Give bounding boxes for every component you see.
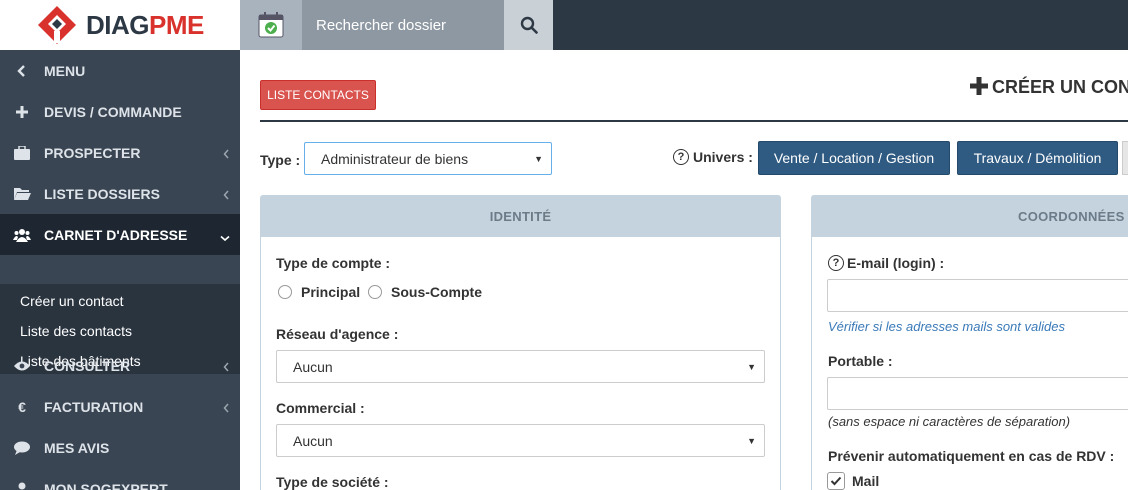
- verify-emails-link[interactable]: Vérifier si les adresses mails sont vali…: [828, 319, 1065, 334]
- reseau-select[interactable]: Aucun ▼: [276, 350, 765, 383]
- chevron-left-icon: [223, 190, 229, 200]
- commercial-label: Commercial :: [276, 400, 365, 416]
- mail-checkbox-label[interactable]: Mail: [852, 473, 879, 489]
- portable-help: (sans espace ni caractères de séparation…: [828, 414, 1071, 429]
- identite-panel: IDENTITÉ Type de compte : Principal Sous…: [260, 195, 781, 490]
- chevron-left-icon: [223, 149, 229, 159]
- chevron-left-icon: [17, 64, 25, 77]
- calendar-button[interactable]: [240, 0, 302, 50]
- identite-header: IDENTITÉ: [261, 196, 780, 237]
- search-input[interactable]: Rechercher dossier: [302, 0, 504, 50]
- liste-contacts-button[interactable]: LISTE CONTACTS: [260, 80, 376, 110]
- sidebar-item-mon-sogexpert[interactable]: MON SOGEXPERT: [0, 468, 240, 490]
- caret-down-icon: ▼: [747, 436, 756, 446]
- submenu-creer-contact[interactable]: Créer un contact: [20, 293, 124, 309]
- chevron-left-icon: [223, 362, 229, 372]
- sidebar-item-prospecter[interactable]: PROSPECTER: [0, 132, 240, 173]
- title-divider: [260, 120, 1128, 122]
- chevron-left-icon: [223, 403, 229, 413]
- sidebar-item-label: MON SOGEXPERT: [44, 480, 168, 490]
- sidebar-item-menu[interactable]: MENU: [0, 50, 240, 91]
- calendar-check-icon: [258, 12, 284, 38]
- search-button[interactable]: [504, 0, 553, 50]
- page-title: CRÉER UN CON: [970, 77, 1128, 98]
- commercial-select[interactable]: Aucun ▼: [276, 424, 765, 457]
- logo-mark-icon: [38, 6, 76, 44]
- logo[interactable]: DIAGPME: [0, 0, 240, 50]
- plus-icon: [16, 105, 28, 118]
- univers-travaux-button[interactable]: Travaux / Démolition: [957, 141, 1118, 175]
- portable-input[interactable]: [827, 377, 1128, 410]
- prevenir-label: Prévenir automatiquement en cas de RDV :: [828, 448, 1115, 464]
- radio-sous-compte[interactable]: [368, 285, 382, 299]
- reseau-label: Réseau d'agence :: [276, 326, 399, 342]
- check-icon: [830, 476, 842, 486]
- question-circle-icon[interactable]: ?: [828, 255, 844, 271]
- briefcase-icon: [14, 145, 30, 160]
- top-bar: DIAGPME Rechercher dossier: [0, 0, 1128, 50]
- sidebar-item-label: MENU: [44, 62, 86, 79]
- users-icon: [13, 228, 31, 242]
- folder-open-icon: [13, 188, 31, 200]
- chevron-down-icon: [220, 235, 230, 242]
- question-circle-icon[interactable]: ?: [673, 149, 689, 165]
- coordonnees-panel: COORDONNÉES ? E-mail (login) : Vérifier …: [811, 195, 1128, 490]
- type-compte-label: Type de compte :: [276, 255, 391, 271]
- submenu-liste-contacts[interactable]: Liste des contacts: [20, 323, 132, 339]
- sidebar-item-mes-avis[interactable]: MES AVIS: [0, 427, 240, 468]
- radio-principal-label[interactable]: Principal: [301, 284, 360, 300]
- main-content: LISTE CONTACTS CRÉER UN CON Type : Admin…: [240, 50, 1128, 490]
- type-label: Type :: [260, 152, 301, 168]
- sidebar: MENU DEVIS / COMMANDE PROSPECTER LISTE D…: [0, 50, 240, 490]
- euro-icon: €: [18, 398, 26, 415]
- email-label: ? E-mail (login) :: [828, 255, 944, 271]
- caret-down-icon: ▼: [747, 362, 756, 372]
- univers-more-button[interactable]: [1122, 141, 1128, 175]
- univers-label: ? Univers :: [673, 149, 753, 165]
- sidebar-item-carnet-adresse[interactable]: CARNET D'ADRESSE: [0, 214, 240, 255]
- sidebar-item-label: CONSULTER: [44, 357, 131, 374]
- logo-text: DIAGPME: [86, 10, 204, 40]
- coordonnees-header: COORDONNÉES: [812, 196, 1128, 237]
- sidebar-item-liste-dossiers[interactable]: LISTE DOSSIERS: [0, 173, 240, 214]
- sidebar-item-facturation[interactable]: € FACTURATION: [0, 386, 240, 427]
- comments-icon: [14, 441, 30, 455]
- email-input[interactable]: [827, 279, 1128, 312]
- mail-checkbox[interactable]: [827, 472, 845, 490]
- sidebar-item-label: CARNET D'ADRESSE: [44, 226, 188, 243]
- sidebar-item-label: FACTURATION: [44, 398, 144, 415]
- portable-label: Portable :: [828, 353, 893, 369]
- caret-down-icon: ▼: [534, 154, 543, 164]
- sidebar-item-consulter[interactable]: CONSULTER: [0, 345, 240, 386]
- sidebar-item-label: PROSPECTER: [44, 144, 141, 161]
- search-icon: [520, 16, 538, 34]
- radio-principal[interactable]: [278, 285, 292, 299]
- eye-icon: [14, 361, 30, 370]
- radio-sous-compte-label[interactable]: Sous-Compte: [391, 284, 482, 300]
- sidebar-item-label: LISTE DOSSIERS: [44, 185, 160, 202]
- univers-vente-button[interactable]: Vente / Location / Gestion: [758, 141, 950, 175]
- user-icon: [18, 482, 26, 490]
- sidebar-item-label: DEVIS / COMMANDE: [44, 103, 182, 120]
- type-societe-label: Type de société :: [276, 474, 389, 490]
- plus-icon: [970, 77, 988, 95]
- type-select[interactable]: Administrateur de biens ▼: [304, 142, 552, 175]
- sidebar-item-devis[interactable]: DEVIS / COMMANDE: [0, 91, 240, 132]
- sidebar-item-label: MES AVIS: [44, 439, 110, 456]
